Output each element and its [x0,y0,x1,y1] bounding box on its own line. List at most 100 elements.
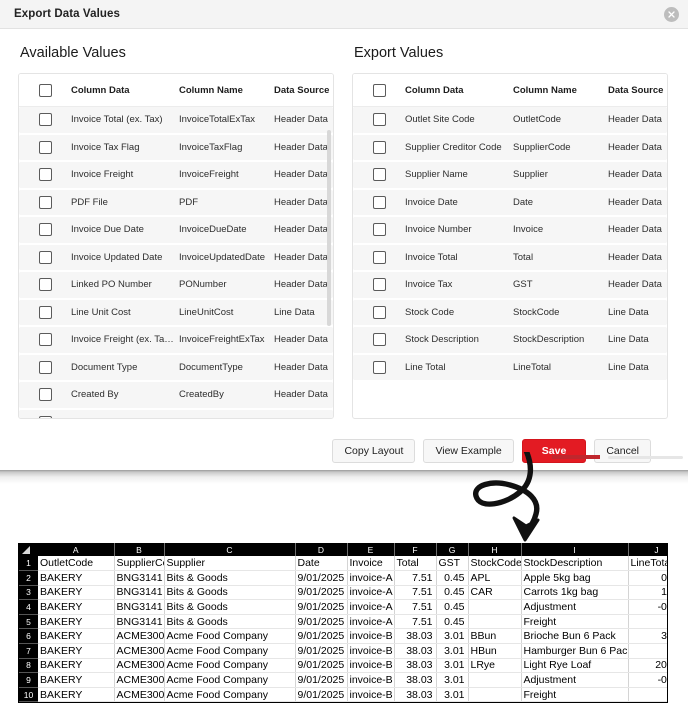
row-checkbox[interactable] [38,305,52,319]
table-cell[interactable] [38,701,115,702]
row-number[interactable]: 6 [19,628,38,645]
list-item[interactable]: Invoice Total Total Header Data [353,244,667,270]
table-cell[interactable]: invoice-B [347,628,395,645]
select-all-checkbox-available[interactable] [38,83,52,97]
row-checkbox[interactable] [372,250,386,264]
table-cell[interactable] [164,701,296,702]
row-checkbox[interactable] [38,168,52,182]
table-cell[interactable] [114,701,165,702]
table-cell[interactable]: 7.51 [394,585,437,601]
table-cell[interactable] [468,614,522,630]
list-item[interactable]: Outlet Site Code OutletCode Header Data [353,107,667,133]
table-cell[interactable]: 38.03 [394,672,437,688]
table-row[interactable]: 1 OutletCode SupplierCo Supplier Date Invoice… [19,556,667,572]
table-cell[interactable]: 38.03 [394,687,437,702]
table-cell[interactable]: StockCode [468,556,522,572]
table-cell[interactable]: 9/01/2025 [295,628,348,645]
select-all-checkbox-export[interactable] [372,83,386,97]
list-item[interactable]: Supplier Name Supplier Header Data [353,162,667,188]
close-icon[interactable] [664,7,679,22]
table-cell[interactable]: BAKERY [38,570,115,586]
table-cell[interactable]: Freight [521,614,629,630]
table-cell[interactable]: invoice-B [347,643,395,659]
table-cell[interactable]: Hamburger Bun 6 Pac [521,643,629,659]
row-checkbox[interactable] [38,195,52,209]
row-checkbox[interactable] [372,360,386,374]
table-cell[interactable]: 9/01/2025 [295,643,348,659]
table-cell[interactable]: Freight [521,687,629,702]
table-cell[interactable]: 9/01/2025 [295,658,348,674]
export-values-rows[interactable]: Outlet Site Code OutletCode Header Data Sup… [353,107,667,418]
table-cell[interactable]: Acme Food Company [164,687,296,702]
table-cell[interactable]: BAKERY [38,643,115,659]
table-row[interactable]: 4 BAKERY BNG3141 Bits & Goods 9/01/2025 invoi… [19,599,667,615]
table-cell[interactable]: Carrots 1kg bag [521,585,629,601]
table-cell[interactable]: Acme Food Company [164,658,296,674]
table-cell[interactable]: 7.51 [394,570,437,586]
table-cell[interactable]: 7.51 [394,599,437,615]
table-cell[interactable]: Adjustment [521,599,629,615]
table-cell[interactable] [468,599,522,615]
table-row[interactable]: 7BAKERYACME3002Acme Food Company9/01/202… [19,643,667,659]
table-cell[interactable]: 0.54 [628,570,667,586]
list-item[interactable]: Invoice Freight InvoiceFreight Header Data [19,162,333,188]
row-checkbox[interactable] [38,278,52,292]
table-row[interactable]: 10BAKERYACME3002Acme Food Company9/01/20… [19,687,667,702]
table-cell[interactable]: ACME3002 [114,658,165,674]
table-cell[interactable]: 9/01/2025 [295,570,348,586]
table-cell[interactable]: ACME3002 [114,643,165,659]
table-cell[interactable]: LRye [468,658,522,674]
row-number[interactable]: 2 [19,570,38,586]
table-cell[interactable] [628,701,667,702]
table-row[interactable]: 11 [19,701,667,702]
table-cell[interactable]: invoice-B [347,672,395,688]
row-checkbox[interactable] [372,278,386,292]
list-item[interactable]: Invoice Tax Flag InvoiceTaxFlag Header Dat… [19,134,333,160]
table-cell[interactable]: 0.45 [436,614,469,630]
list-item[interactable]: Invoice Due Date InvoiceDueDate Header Dat… [19,217,333,243]
table-cell[interactable]: 9/01/2025 [295,672,348,688]
column-header-g[interactable]: G [436,543,469,556]
table-cell[interactable]: 1.98 [628,585,667,601]
row-checkbox[interactable] [372,305,386,319]
table-cell[interactable]: 3.03 [628,628,667,645]
list-item[interactable]: Invoice Updated Date InvoiceUpdatedDate He… [19,244,333,270]
table-row[interactable]: 5 BAKERY BNG3141 Bits & Goods 9/01/2025 invoi… [19,614,667,630]
table-cell[interactable]: StockDescription [521,556,629,572]
table-cell[interactable]: BNG3141 [114,614,165,630]
table-cell[interactable]: BNG3141 [114,570,165,586]
list-item[interactable]: Line Unit Cost LineUnitCost Line Data [19,299,333,325]
row-checkbox[interactable] [38,140,52,154]
table-cell[interactable] [295,701,348,702]
table-row[interactable]: 6BAKERYACME3002Acme Food Company9/01/202… [19,628,667,645]
table-cell[interactable]: LineTotal [628,556,667,572]
available-values-rows[interactable]: Invoice Total (ex. Tax) InvoiceTotalExTax… [19,107,333,418]
table-cell[interactable]: BAKERY [38,614,115,630]
row-number[interactable]: 4 [19,599,38,615]
list-item[interactable]: Line Total LineTotal Line Data [353,354,667,380]
column-header-f[interactable]: F [394,543,437,556]
table-cell[interactable]: BAKERY [38,672,115,688]
column-header-h[interactable]: H [468,543,522,556]
table-cell[interactable]: BNG3141 [114,599,165,615]
column-header-d[interactable]: D [295,543,348,556]
table-cell[interactable]: 3.01 [436,628,469,645]
table-cell[interactable]: ACME3002 [114,672,165,688]
row-number[interactable]: 5 [19,614,38,630]
table-cell[interactable]: Date [295,556,348,572]
select-all-corner[interactable] [19,543,38,556]
list-item[interactable]: Supplier Creditor Code SupplierCode Header… [353,134,667,160]
row-checkbox[interactable] [38,223,52,237]
column-header-c[interactable]: C [164,543,296,556]
row-checkbox[interactable] [38,415,52,418]
row-checkbox[interactable] [372,168,386,182]
table-cell[interactable]: 3.01 [436,672,469,688]
row-checkbox[interactable] [372,195,386,209]
row-checkbox[interactable] [372,223,386,237]
column-header-a[interactable]: A [38,543,115,556]
table-cell[interactable]: CAR [468,585,522,601]
row-number[interactable]: 1 [19,556,38,572]
table-cell[interactable] [394,701,437,702]
table-cell[interactable]: 20.02 [628,658,667,674]
table-cell[interactable]: BAKERY [38,599,115,615]
